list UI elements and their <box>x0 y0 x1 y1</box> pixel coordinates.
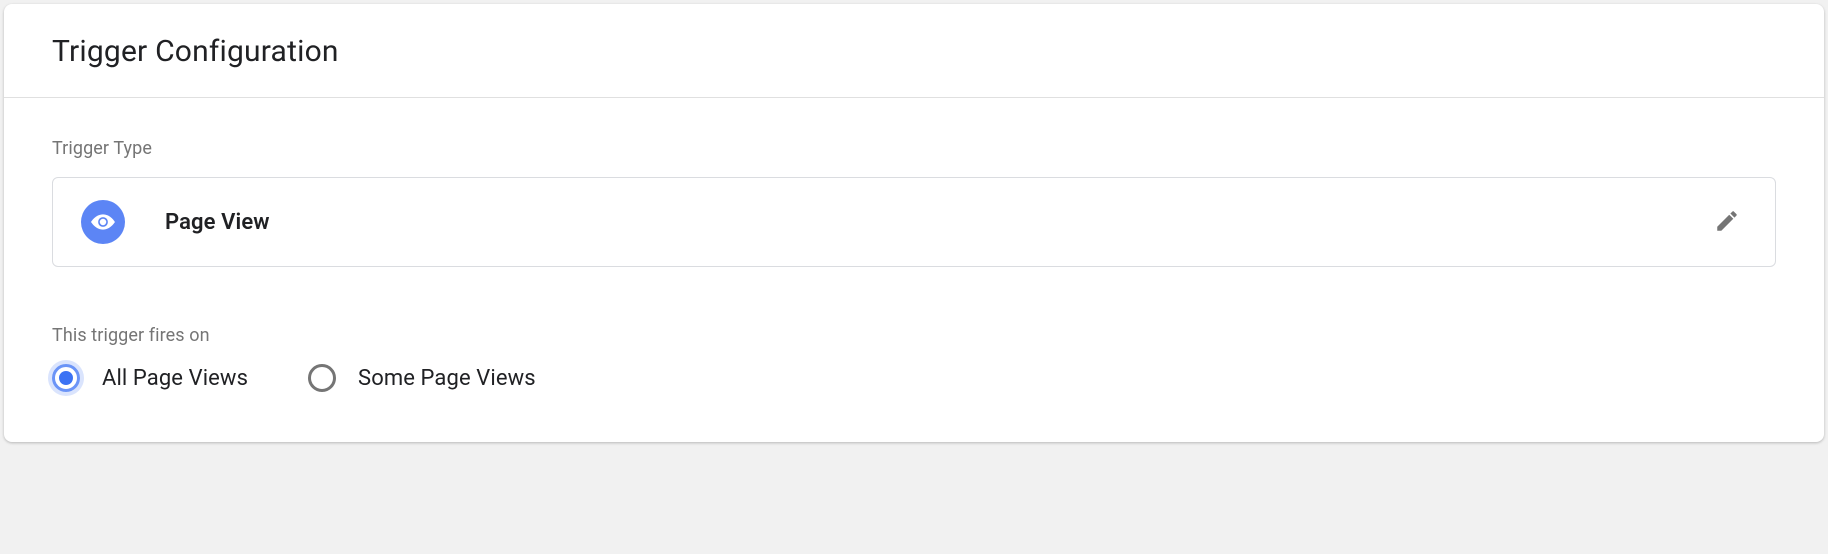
trigger-configuration-card: Trigger Configuration Trigger Type Page … <box>4 4 1824 442</box>
radio-label: Some Page Views <box>358 366 536 391</box>
radio-option-all-page-views[interactable]: All Page Views <box>52 364 248 392</box>
eye-icon <box>81 200 125 244</box>
trigger-type-selector[interactable]: Page View <box>52 177 1776 267</box>
card-body: Trigger Type Page View This trigger fire… <box>4 98 1824 442</box>
radio-option-some-page-views[interactable]: Some Page Views <box>308 364 536 392</box>
card-header: Trigger Configuration <box>4 4 1824 98</box>
radio-icon <box>52 364 80 392</box>
radio-icon <box>308 364 336 392</box>
page-title: Trigger Configuration <box>52 34 1776 69</box>
edit-trigger-type-button[interactable] <box>1707 202 1747 242</box>
fires-on-radio-group: All Page Views Some Page Views <box>52 364 1776 392</box>
pencil-icon <box>1714 208 1740 237</box>
trigger-type-value: Page View <box>165 210 270 235</box>
fires-on-label: This trigger fires on <box>52 325 1776 346</box>
trigger-type-label: Trigger Type <box>52 138 1776 159</box>
radio-label: All Page Views <box>102 366 248 391</box>
